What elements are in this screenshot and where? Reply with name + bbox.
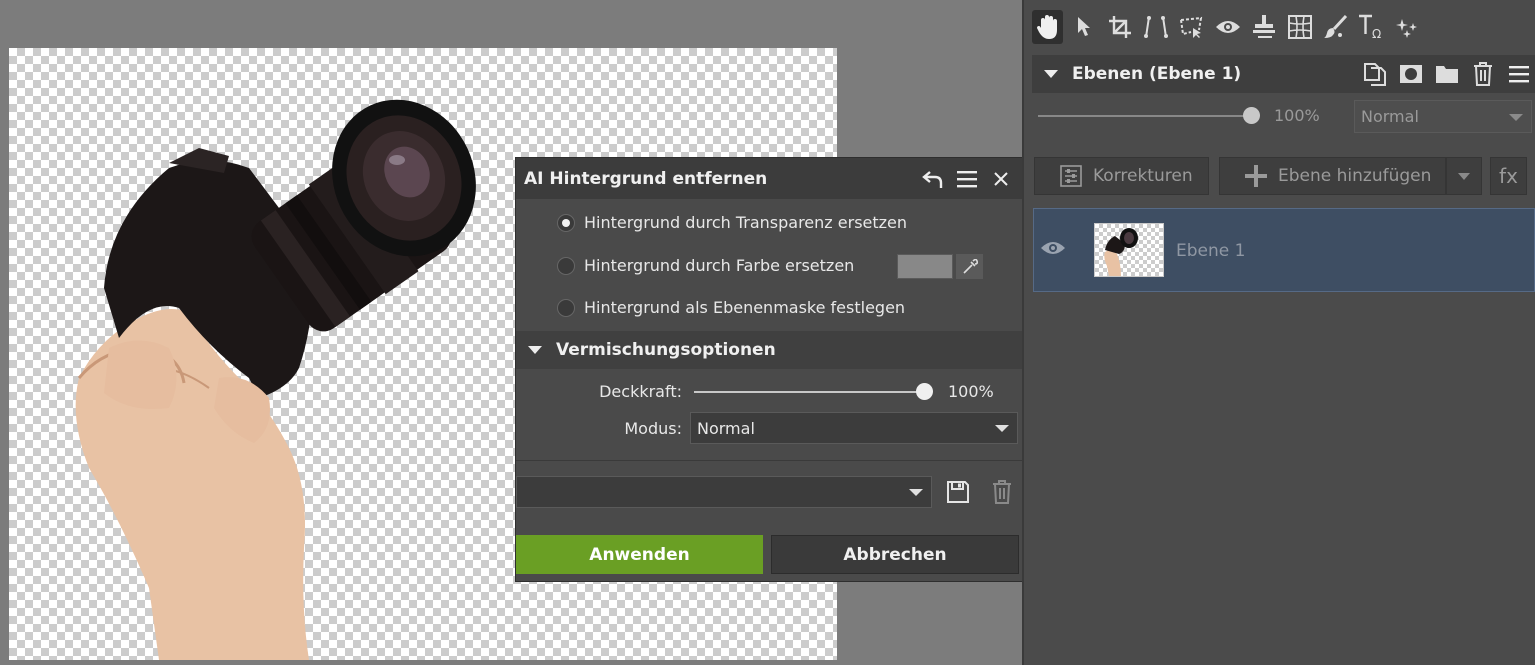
opacity-slider-track[interactable] [694, 391, 926, 393]
undo-icon[interactable] [920, 166, 946, 192]
radio-color[interactable] [557, 256, 575, 275]
chevron-down-icon [1458, 172, 1470, 180]
layers-header-icons [1353, 61, 1533, 87]
blend-section-title: Vermischungsoptionen [556, 340, 776, 360]
dialog-header: AI Hintergrund entfernen [516, 158, 1022, 199]
close-icon[interactable] [988, 166, 1014, 192]
pointer-icon[interactable] [1068, 10, 1099, 44]
layer-thumbnail [1094, 223, 1164, 277]
folder-icon[interactable] [1433, 61, 1461, 87]
collapse-triangle-icon[interactable] [1044, 70, 1058, 78]
dialog-title: AI Hintergrund entfernen [524, 168, 768, 189]
fx-button[interactable]: fx [1490, 157, 1527, 195]
add-layer-label: Ebene hinzufügen [1278, 166, 1432, 186]
selection-icon[interactable] [1176, 10, 1207, 44]
chevron-down-icon [995, 425, 1009, 432]
transform-icon[interactable] [1140, 10, 1171, 44]
grid-icon[interactable] [1284, 10, 1315, 44]
radio-transparency[interactable] [557, 213, 575, 232]
panel-menu-icon[interactable] [1505, 61, 1533, 87]
option-transparency-label: Hintergrund durch Transparenz ersetzen [584, 213, 908, 232]
effects-icon[interactable] [1392, 10, 1423, 44]
opacity-label: Deckkraft: [599, 382, 682, 401]
opacity-value: 100% [948, 382, 994, 401]
layer-mask-icon[interactable] [1397, 61, 1425, 87]
hand-icon[interactable] [1032, 10, 1063, 44]
chevron-down-icon [1509, 113, 1523, 121]
blend-options-section[interactable]: Vermischungsoptionen [516, 331, 1022, 369]
layer-row-ebene-1[interactable]: Ebene 1 [1033, 208, 1535, 292]
right-panel: Ω Ebenen (Ebene 1) 100% Normal Korrektur… [1022, 0, 1535, 665]
eyedropper-icon[interactable] [956, 254, 983, 279]
option-color-label: Hintergrund durch Farbe ersetzen [584, 256, 855, 275]
layer-opacity-slider-knob[interactable] [1243, 107, 1260, 124]
corrections-button[interactable]: Korrekturen [1034, 157, 1209, 195]
menu-icon[interactable] [954, 166, 980, 192]
layers-title: Ebenen (Ebene 1) [1072, 64, 1242, 84]
divider [516, 460, 1022, 461]
option-transparency[interactable]: Hintergrund durch Transparenz ersetzen [557, 213, 907, 232]
chevron-down-icon [909, 489, 923, 496]
add-layer-dropdown[interactable] [1446, 157, 1482, 195]
layer-opacity-value: 100% [1274, 106, 1320, 125]
sliders-icon [1060, 165, 1082, 187]
mode-select-value: Normal [697, 418, 755, 438]
preset-select[interactable] [516, 476, 932, 508]
duplicate-layer-icon[interactable] [1361, 61, 1389, 87]
delete-preset-icon[interactable] [988, 478, 1016, 506]
stamp-icon[interactable] [1248, 10, 1279, 44]
visibility-eye-icon[interactable] [1040, 239, 1066, 259]
cancel-button[interactable]: Abbrechen [771, 535, 1019, 574]
layer-opacity-slider-track[interactable] [1038, 115, 1252, 117]
layer-blend-mode-value: Normal [1361, 107, 1419, 126]
option-color[interactable]: Hintergrund durch Farbe ersetzen [557, 256, 854, 275]
corrections-label: Korrekturen [1093, 166, 1193, 186]
plus-icon [1245, 165, 1267, 187]
tool-bar: Ω [1032, 8, 1428, 46]
mode-label: Modus: [624, 419, 682, 438]
collapse-triangle-icon[interactable] [528, 346, 542, 354]
brush-icon[interactable] [1320, 10, 1351, 44]
layer-blend-mode-select[interactable]: Normal [1354, 100, 1532, 133]
option-layer-mask-label: Hintergrund als Ebenenmaske festlegen [584, 298, 906, 317]
delete-layer-icon[interactable] [1469, 61, 1497, 87]
layer-name: Ebene 1 [1176, 241, 1246, 261]
eye-icon[interactable] [1212, 10, 1243, 44]
crop-icon[interactable] [1104, 10, 1135, 44]
radio-layer-mask[interactable] [557, 298, 575, 317]
option-layer-mask[interactable]: Hintergrund als Ebenenmaske festlegen [557, 298, 905, 317]
mode-select[interactable]: Normal [690, 412, 1018, 444]
layer-thumbnail-image [1104, 228, 1138, 276]
save-preset-icon[interactable] [944, 478, 972, 506]
color-swatch[interactable] [897, 254, 953, 279]
add-layer-button[interactable]: Ebene hinzufügen [1219, 157, 1446, 195]
layers-panel-header[interactable]: Ebenen (Ebene 1) [1032, 55, 1535, 93]
canvas-area[interactable]: AI Hintergrund entfernen Hintergrund dur… [0, 0, 1023, 665]
apply-button[interactable]: Anwenden [516, 535, 763, 574]
text-icon[interactable]: Ω [1356, 10, 1387, 44]
opacity-slider-knob[interactable] [916, 383, 933, 400]
svg-text:Ω: Ω [1372, 27, 1381, 40]
ai-background-removal-dialog: AI Hintergrund entfernen Hintergrund dur… [515, 157, 1023, 582]
